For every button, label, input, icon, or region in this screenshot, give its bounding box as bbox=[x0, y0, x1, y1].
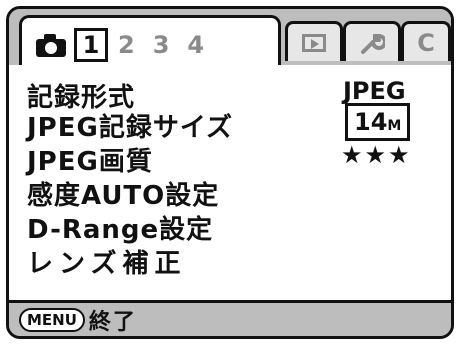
page-2[interactable]: 2 bbox=[118, 31, 135, 59]
jpeg-size-number: 14 bbox=[354, 108, 388, 136]
file-format-value: JPEG bbox=[343, 77, 406, 105]
custom-tab-label: C bbox=[417, 28, 435, 57]
jpeg-quality-stars: ★★★ bbox=[341, 141, 412, 169]
tab-setup[interactable] bbox=[343, 21, 401, 61]
jpeg-size-value: 14M bbox=[345, 103, 411, 141]
menu-item-jpeg-size[interactable]: JPEG記録サイズ bbox=[27, 107, 233, 144]
camera-icon bbox=[36, 33, 68, 57]
wrench-icon bbox=[361, 33, 385, 54]
menu-item-lens-correction[interactable]: レンズ補正 bbox=[27, 243, 186, 280]
page-4[interactable]: 4 bbox=[187, 31, 204, 59]
page-3[interactable]: 3 bbox=[153, 31, 170, 59]
camera-menu-screen: 1 2 3 4 C 記録形式 JPEG JPEG記録サイズ 14M JPEG画質… bbox=[6, 6, 454, 339]
page-1-selected[interactable]: 1 bbox=[74, 27, 108, 62]
jpeg-size-suffix: M bbox=[387, 118, 402, 134]
menu-button[interactable]: MENU bbox=[19, 307, 85, 332]
menu-item-auto-iso[interactable]: 感度AUTO設定 bbox=[27, 175, 219, 212]
exit-label: 終了 bbox=[88, 309, 137, 335]
playback-icon bbox=[302, 33, 326, 52]
tab-playback[interactable] bbox=[285, 21, 343, 61]
tab-shooting[interactable]: 1 2 3 4 bbox=[19, 15, 281, 71]
menu-tab-bar: 1 2 3 4 C bbox=[9, 9, 451, 71]
menu-item-d-range[interactable]: D-Range設定 bbox=[27, 209, 213, 246]
menu-item-jpeg-quality[interactable]: JPEG画質 bbox=[27, 141, 153, 178]
tab-custom[interactable]: C bbox=[401, 21, 451, 61]
menu-content: 記録形式 JPEG JPEG記録サイズ 14M JPEG画質 ★★★ 感度AUT… bbox=[9, 65, 451, 303]
menu-footer: MENU 終了 bbox=[9, 303, 451, 336]
